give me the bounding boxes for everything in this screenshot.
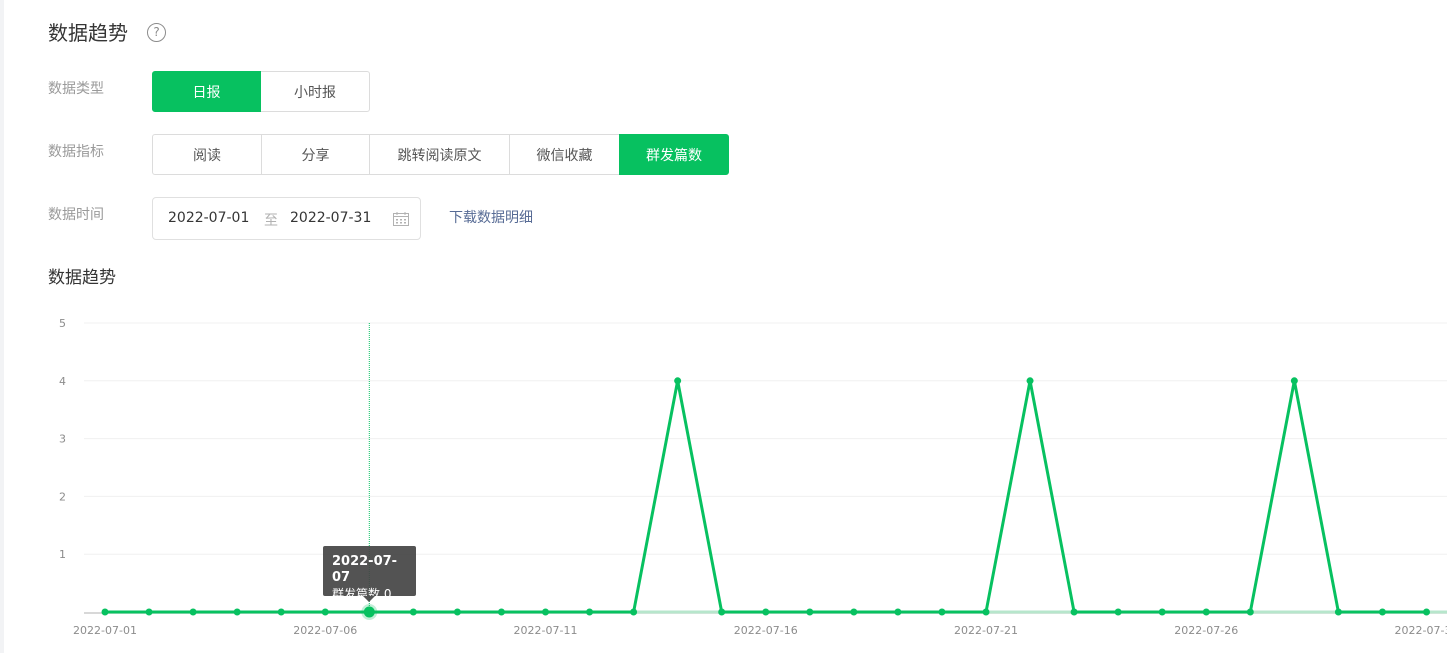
date-separator: 至 [264, 213, 278, 229]
tooltip-series-name: 群发篇数 [332, 587, 381, 601]
series-points [101, 377, 1430, 620]
data-point[interactable] [1378, 608, 1386, 616]
data-point[interactable] [894, 608, 902, 616]
x-tick-label: 2022-07-01 [73, 624, 137, 637]
data-point[interactable] [497, 608, 505, 616]
data-point[interactable] [1202, 608, 1210, 616]
data-point[interactable] [762, 608, 770, 616]
data-point[interactable] [1026, 377, 1034, 385]
data-point[interactable] [189, 608, 197, 616]
metric-option-wechat-favorite[interactable]: 微信收藏 [509, 134, 620, 175]
data-point[interactable] [321, 608, 329, 616]
data-point[interactable] [850, 608, 858, 616]
data-type-selector: 日报 小时报 [152, 71, 370, 112]
metric-option-share[interactable]: 分享 [261, 134, 370, 175]
data-point[interactable] [101, 608, 109, 616]
data-point[interactable] [409, 608, 417, 616]
data-type-option-hourly[interactable]: 小时报 [260, 71, 370, 112]
x-tick-label: 2022-07-21 [954, 624, 1018, 637]
data-point[interactable] [938, 608, 946, 616]
data-point[interactable] [1158, 608, 1166, 616]
data-point[interactable] [1246, 608, 1254, 616]
trend-chart: 12345 2022-07-01 2022-07-06 2022-07-11 2022… [59, 317, 1447, 637]
data-point[interactable] [630, 608, 638, 616]
chart-title: 数据趋势 [48, 268, 116, 288]
data-time-label: 数据时间 [48, 207, 104, 223]
data-point[interactable] [1423, 608, 1430, 616]
data-point[interactable] [674, 377, 682, 385]
tooltip-value-line: 群发篇数 0 [332, 586, 408, 602]
y-tick-label: 1 [59, 548, 66, 561]
data-point[interactable] [542, 608, 549, 616]
data-point[interactable] [1114, 608, 1122, 616]
data-point[interactable] [453, 608, 461, 616]
data-type-option-daily[interactable]: 日报 [152, 71, 261, 112]
download-details-link[interactable]: 下载数据明细 [449, 208, 533, 228]
data-point[interactable] [277, 608, 285, 616]
data-metric-label: 数据指标 [48, 144, 104, 160]
data-metric-selector: 阅读 分享 跳转阅读原文 微信收藏 群发篇数 [152, 134, 729, 175]
data-point[interactable] [1070, 608, 1078, 616]
date-end[interactable]: 2022-07-31 [290, 210, 371, 226]
data-point-highlighted[interactable] [363, 606, 375, 618]
data-point[interactable] [233, 608, 241, 616]
y-tick-label: 4 [59, 375, 66, 388]
calendar-icon[interactable] [393, 212, 409, 226]
page-title: 数据趋势 [48, 21, 128, 45]
help-icon[interactable]: ? [147, 23, 166, 42]
metric-option-post-count[interactable]: 群发篇数 [619, 134, 729, 175]
x-tick-label: 2022-07-06 [293, 624, 357, 637]
x-tick-label: 2022-07-16 [734, 624, 798, 637]
x-tick-label: 2022-07-26 [1174, 624, 1238, 637]
data-point[interactable] [1290, 377, 1298, 385]
y-axis-ticks: 1 2 3 4 5 [59, 317, 66, 561]
data-point[interactable] [718, 608, 726, 616]
y-tick-label: 3 [59, 433, 66, 446]
data-point[interactable] [1334, 608, 1342, 616]
date-start[interactable]: 2022-07-01 [168, 210, 249, 226]
data-point[interactable] [145, 608, 153, 616]
x-tick-label: 2022-07-31 [1395, 624, 1447, 637]
y-tick-label: 5 [59, 317, 66, 330]
metric-option-read[interactable]: 阅读 [152, 134, 262, 175]
grid-lines [84, 322, 1447, 555]
y-tick-label: 2 [59, 490, 66, 503]
data-type-label: 数据类型 [48, 81, 104, 97]
data-point[interactable] [586, 608, 594, 616]
x-axis-ticks: 2022-07-01 2022-07-06 2022-07-11 2022-07-16… [73, 624, 1447, 637]
x-tick-label: 2022-07-11 [514, 624, 578, 637]
tooltip-date: 2022-07-07 [332, 554, 398, 585]
date-range-picker[interactable]: 2022-07-01 至 2022-07-31 [152, 197, 421, 240]
chart-tooltip: 2022-07-07 群发篇数 0 [323, 546, 416, 602]
data-point[interactable] [982, 608, 990, 616]
data-point[interactable] [806, 608, 814, 616]
metric-option-read-original[interactable]: 跳转阅读原文 [369, 134, 510, 175]
tooltip-value: 0 [383, 587, 392, 601]
